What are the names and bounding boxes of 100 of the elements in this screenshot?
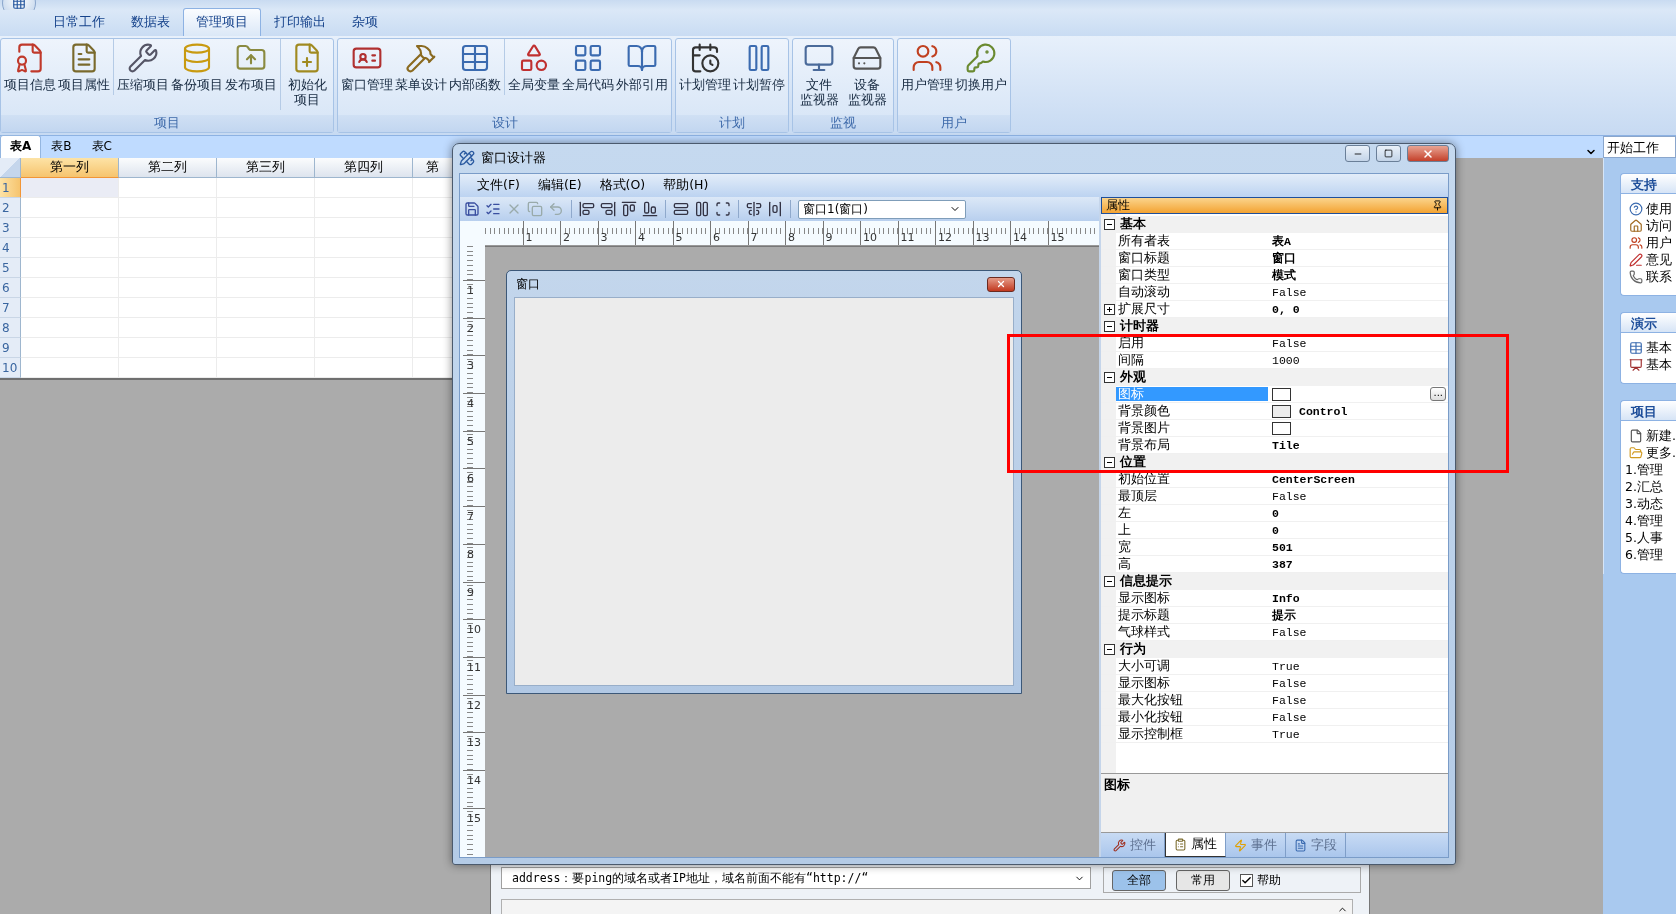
expander-icon[interactable] — [1104, 576, 1115, 587]
pane-link[interactable]: 更多. — [1646, 444, 1676, 462]
row-header[interactable]: 3 — [0, 218, 21, 238]
expander-icon[interactable] — [1104, 644, 1115, 655]
ribbon-button[interactable]: 项目信息 — [3, 39, 57, 95]
row-header[interactable]: 9 — [0, 338, 21, 358]
table-cell[interactable] — [21, 178, 119, 198]
property-value[interactable]: Info — [1272, 591, 1300, 605]
dropdown-field[interactable]: 开始工作 — [1603, 136, 1676, 158]
row-header[interactable]: 6 — [0, 278, 21, 298]
filter-button[interactable]: 常用 — [1176, 869, 1230, 891]
ribbon-button[interactable]: 压缩项目 — [116, 39, 170, 95]
pane-link[interactable]: 访问 — [1646, 217, 1672, 235]
align-top-icon[interactable] — [621, 201, 637, 217]
ribbon-button[interactable]: 发布项目 — [224, 39, 278, 95]
menu-item[interactable]: 格式(O) — [590, 175, 655, 196]
pane-link[interactable]: 新建. — [1646, 427, 1676, 445]
table-cell[interactable] — [21, 218, 119, 238]
list-icon[interactable] — [485, 201, 501, 217]
maximize-button[interactable] — [1376, 145, 1401, 162]
table-cell[interactable] — [21, 338, 119, 358]
table-cell[interactable] — [315, 358, 413, 378]
property-value[interactable]: False — [1272, 676, 1307, 690]
ribbon-button[interactable]: 菜单设计 — [394, 39, 448, 95]
property-value[interactable]: 表A — [1272, 234, 1291, 248]
minimize-button[interactable] — [1345, 145, 1370, 162]
panel-tab[interactable]: 属性 — [1165, 833, 1226, 857]
recent-project-link[interactable]: 3.动态 — [1625, 495, 1663, 513]
recent-project-link[interactable]: 5.人事 — [1625, 529, 1663, 547]
copy-icon[interactable] — [527, 201, 543, 217]
pane-link[interactable]: 联系 — [1646, 268, 1672, 286]
recent-project-link[interactable]: 1.管理 — [1625, 461, 1663, 479]
property-value[interactable]: 1000 — [1272, 353, 1300, 367]
property-value[interactable]: 模式 — [1272, 268, 1296, 282]
property-value[interactable]: 提示 — [1272, 608, 1296, 622]
property-value[interactable]: 387 — [1272, 557, 1293, 571]
close-button[interactable] — [987, 276, 1015, 292]
table-cell[interactable] — [21, 198, 119, 218]
ribbon-tab[interactable]: 打印输出 — [261, 8, 339, 36]
recent-project-link[interactable]: 2.汇总 — [1625, 478, 1663, 496]
expander-icon[interactable] — [1104, 321, 1115, 332]
recent-project-link[interactable]: 4.管理 — [1625, 512, 1663, 530]
ribbon-button[interactable]: 文件 监视器 — [795, 39, 843, 110]
ribbon-tab[interactable]: 日常工作 — [40, 8, 118, 36]
column-header[interactable]: 第四列 — [315, 158, 413, 178]
align-right-icon[interactable] — [600, 201, 616, 217]
property-value[interactable]: 0, 0 — [1272, 302, 1300, 316]
same-width-icon[interactable] — [673, 201, 689, 217]
browse-button[interactable]: ... — [1430, 387, 1446, 401]
table-cell[interactable] — [21, 278, 119, 298]
pane-link[interactable]: 基本 — [1646, 356, 1672, 374]
property-value[interactable]: 0 — [1272, 506, 1279, 520]
undo-icon[interactable] — [548, 201, 564, 217]
property-value[interactable]: True — [1272, 727, 1300, 741]
ribbon-tab[interactable]: 数据表 — [118, 8, 183, 36]
property-value[interactable]: 0 — [1272, 523, 1279, 537]
section-header[interactable]: 项目 — [1620, 400, 1676, 421]
ribbon-tab[interactable]: 杂项 — [339, 8, 391, 36]
menu-item[interactable]: 文件(F) — [468, 175, 529, 196]
sheet-tab[interactable]: 表B — [41, 135, 82, 158]
section-header[interactable]: 支持 — [1620, 173, 1676, 194]
ribbon-button[interactable]: 项目属性 — [57, 39, 111, 95]
ribbon-button[interactable]: 窗口管理 — [340, 39, 394, 95]
recent-project-link[interactable]: 6.管理 — [1625, 546, 1663, 564]
align-bottom-icon[interactable] — [642, 201, 658, 217]
property-value[interactable]: False — [1272, 336, 1307, 350]
property-value[interactable]: Tile — [1272, 438, 1300, 452]
table-cell[interactable] — [217, 358, 315, 378]
sheet-tab[interactable]: 表A — [0, 135, 42, 158]
column-header[interactable]: 第二列 — [119, 158, 217, 178]
table-cell[interactable] — [119, 178, 217, 198]
same-height-icon[interactable] — [694, 201, 710, 217]
ribbon-button[interactable]: 计划管理 — [678, 39, 732, 95]
checkbox[interactable] — [1240, 873, 1253, 887]
row-header[interactable]: 10 — [0, 358, 21, 378]
table-cell[interactable] — [21, 298, 119, 318]
ribbon-button[interactable]: 初始化 项目 — [283, 39, 331, 110]
table-cell[interactable] — [21, 318, 119, 338]
ribbon-button[interactable]: 切换用户 — [954, 39, 1008, 95]
section-header[interactable]: 演示 — [1620, 312, 1676, 333]
ribbon-button[interactable]: 备份项目 — [170, 39, 224, 95]
table-cell[interactable] — [119, 358, 217, 378]
table-cell[interactable] — [21, 358, 119, 378]
save-icon[interactable] — [464, 201, 480, 217]
pane-link[interactable]: 使用 — [1646, 200, 1672, 218]
ribbon-tab[interactable]: 管理项目 — [183, 8, 261, 36]
menu-item[interactable]: 帮助(H) — [654, 175, 718, 196]
row-header[interactable]: 5 — [0, 258, 21, 278]
sheet-tab[interactable]: 表C — [81, 135, 122, 158]
property-value[interactable]: Control — [1299, 404, 1348, 418]
ribbon-button[interactable]: 用户管理 — [900, 39, 954, 95]
table-cell[interactable] — [21, 258, 119, 278]
pane-link[interactable]: 用户 — [1646, 234, 1672, 252]
property-value[interactable]: False — [1272, 625, 1307, 639]
center-icon[interactable] — [746, 201, 762, 217]
property-value[interactable]: 窗口 — [1272, 251, 1296, 265]
row-header[interactable]: 7 — [0, 298, 21, 318]
column-header[interactable]: 第三列 — [217, 158, 315, 178]
ribbon-button[interactable]: 外部引用 — [615, 39, 669, 95]
ribbon-button[interactable]: 设备 监视器 — [843, 39, 891, 110]
